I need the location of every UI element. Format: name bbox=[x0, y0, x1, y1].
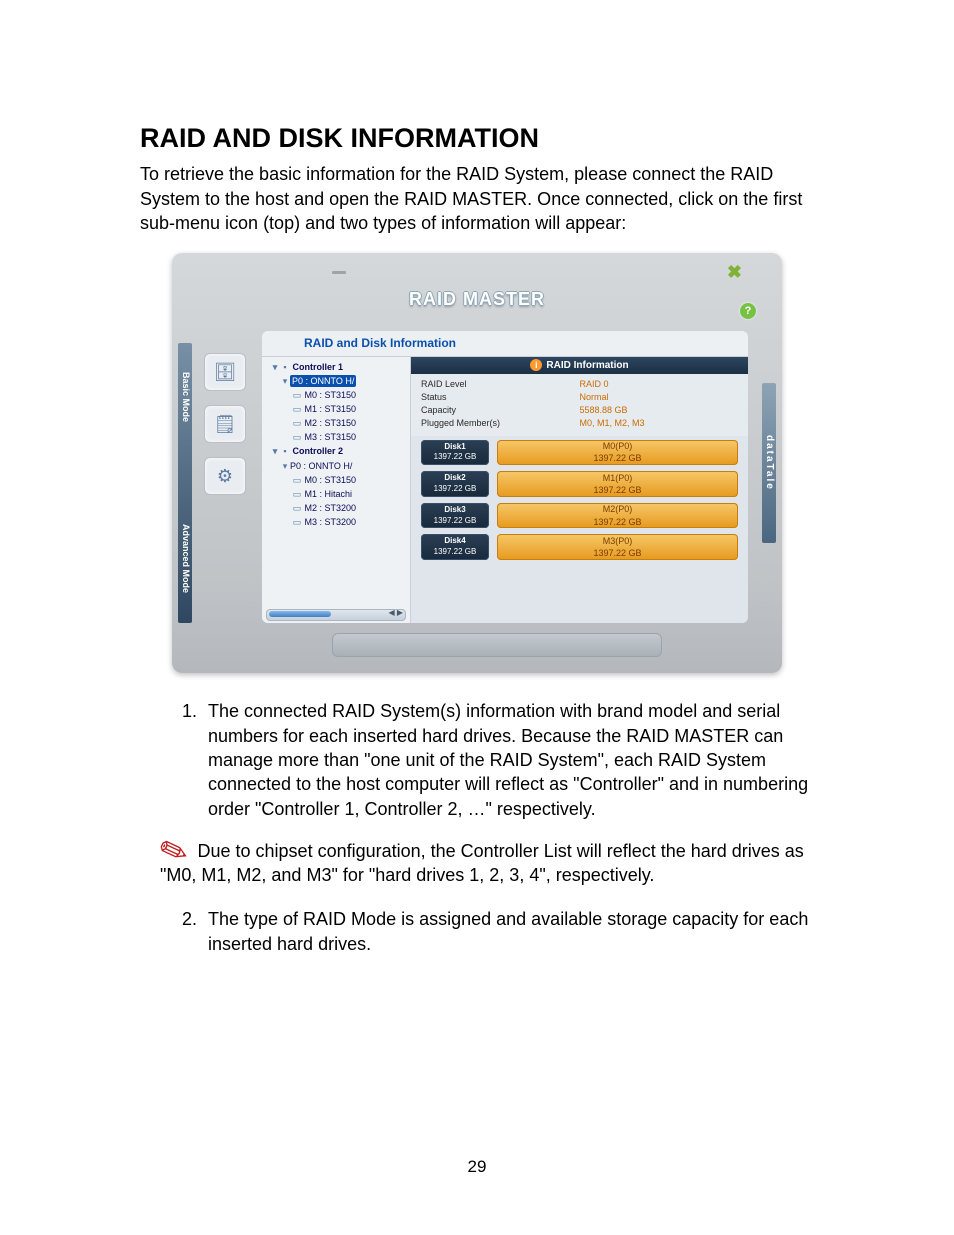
disk-label[interactable]: M1 : Hitachi bbox=[305, 489, 353, 499]
controller-label[interactable]: Controller 2 bbox=[293, 446, 344, 456]
note-paragraph: ✎ Due to chipset configuration, the Cont… bbox=[160, 839, 814, 888]
list-item-2: The type of RAID Mode is assigned and av… bbox=[202, 907, 814, 956]
disk-row: Disk21397.22 GB M1(P0)1397.22 GB bbox=[421, 471, 738, 497]
pushpin-icon: ✎ bbox=[157, 838, 191, 867]
disk-icon: Disk41397.22 GB bbox=[421, 534, 489, 560]
close-icon[interactable]: ✖ bbox=[727, 260, 742, 284]
list-item-1: The connected RAID System(s) information… bbox=[202, 699, 814, 820]
port-label-selected[interactable]: P0 : ONNTO H/ bbox=[290, 375, 356, 387]
info-icon: i bbox=[530, 359, 542, 371]
disk-bar: M2(P0)1397.22 GB bbox=[497, 503, 738, 529]
disk-label[interactable]: M0 : ST3150 bbox=[305, 390, 357, 400]
info-value: M0, M1, M2, M3 bbox=[580, 417, 739, 429]
raid-info-panel: iRAID Information RAID Level RAID 0 Stat… bbox=[411, 357, 748, 624]
intro-paragraph: To retrieve the basic information for th… bbox=[140, 162, 814, 235]
panel: RAID and Disk Information ▾▪ Controller … bbox=[262, 331, 748, 623]
event-log-icon[interactable]: 🗒 bbox=[204, 405, 246, 443]
disk-label[interactable]: M1 : ST3150 bbox=[305, 404, 357, 414]
info-value: 5588.88 GB bbox=[580, 404, 739, 416]
settings-icon[interactable]: ⚙ bbox=[204, 457, 246, 495]
app-title: RAID MASTER bbox=[172, 287, 782, 311]
disk-bar: M0(P0)1397.22 GB bbox=[497, 440, 738, 466]
disk-label[interactable]: M2 : ST3200 bbox=[305, 503, 357, 513]
info-key: Capacity bbox=[421, 404, 580, 416]
info-key: Status bbox=[421, 391, 580, 403]
disk-icon: Disk11397.22 GB bbox=[421, 440, 489, 466]
panel-title: RAID and Disk Information bbox=[262, 331, 748, 355]
port-label[interactable]: P0 : ONNTO H/ bbox=[290, 461, 352, 471]
screenshot: ✖ RAID MASTER ? Basic Mode Advanced Mode… bbox=[172, 253, 782, 673]
disk-row: Disk11397.22 GB M0(P0)1397.22 GB bbox=[421, 440, 738, 466]
disk-icon: Disk31397.22 GB bbox=[421, 503, 489, 529]
info-value: Normal bbox=[580, 391, 739, 403]
raid-info-header: iRAID Information bbox=[411, 357, 748, 375]
disk-label[interactable]: M3 : ST3150 bbox=[305, 432, 357, 442]
page-heading: RAID AND DISK INFORMATION bbox=[140, 120, 814, 156]
controller-tree[interactable]: ▾▪ Controller 1 ▾P0 : ONNTO H/ ▭ M0 : ST… bbox=[262, 357, 411, 624]
help-icon[interactable]: ? bbox=[740, 303, 756, 319]
disk-row: Disk31397.22 GB M2(P0)1397.22 GB bbox=[421, 503, 738, 529]
basic-mode-tab[interactable]: Basic Mode bbox=[178, 353, 192, 441]
info-value: RAID 0 bbox=[580, 378, 739, 390]
disk-bar: M3(P0)1397.22 GB bbox=[497, 534, 738, 560]
controller-label[interactable]: Controller 1 bbox=[293, 362, 344, 372]
disk-label[interactable]: M2 : ST3150 bbox=[305, 418, 357, 428]
disk-bar: M1(P0)1397.22 GB bbox=[497, 471, 738, 497]
disk-row: Disk41397.22 GB M3(P0)1397.22 GB bbox=[421, 534, 738, 560]
disk-icon: Disk21397.22 GB bbox=[421, 471, 489, 497]
minimize-icon[interactable] bbox=[332, 271, 346, 274]
disk-label[interactable]: M3 : ST3200 bbox=[305, 517, 357, 527]
info-key: RAID Level bbox=[421, 378, 580, 390]
status-bar bbox=[332, 633, 662, 657]
page-number: 29 bbox=[140, 1156, 814, 1179]
advanced-mode-tab[interactable]: Advanced Mode bbox=[178, 503, 192, 613]
info-key: Plugged Member(s) bbox=[421, 417, 580, 429]
disk-label[interactable]: M0 : ST3150 bbox=[305, 475, 357, 485]
sidebar: 🗄 🗒 ⚙ bbox=[204, 353, 254, 509]
tree-scrollbar[interactable] bbox=[266, 609, 406, 621]
raid-info-icon[interactable]: 🗄 bbox=[204, 353, 246, 391]
brand-label: dataTale bbox=[762, 393, 776, 533]
